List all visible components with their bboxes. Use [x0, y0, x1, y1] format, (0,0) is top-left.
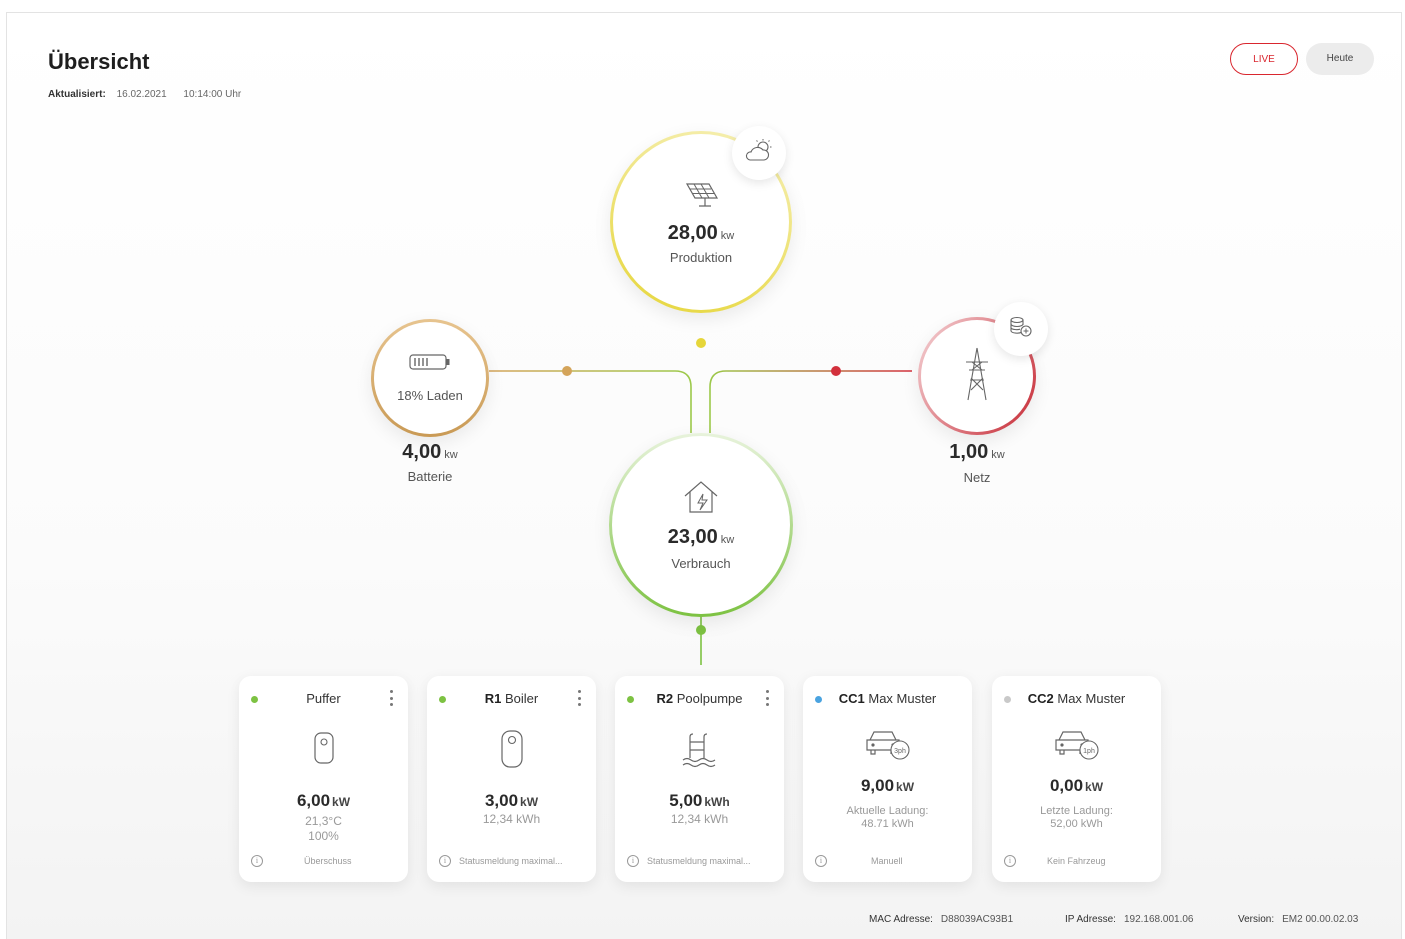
device-card-cc1[interactable]: CC1 Max Muster 3ph 9,00 kW Aktuelle Ladun… — [803, 676, 972, 882]
card-footer: Kein Fahrzeug — [1047, 856, 1106, 866]
card-value: 5,00 kWh — [669, 791, 730, 810]
battery-icon — [374, 352, 486, 372]
battery-flow-dot — [562, 366, 572, 376]
card-line1: Aktuelle Ladung: — [846, 805, 929, 817]
card-menu-button[interactable] — [762, 688, 772, 708]
card-line2: 52,00 kWh — [1050, 818, 1103, 830]
boiler-icon — [427, 728, 596, 770]
info-icon[interactable]: i — [815, 855, 827, 867]
card-value: 3,00 kW — [484, 791, 539, 810]
grid-flow-dot — [831, 366, 841, 376]
consumption-node[interactable]: 23,00 kw Verbrauch — [609, 433, 793, 617]
battery-node[interactable]: 18% Laden — [371, 319, 489, 437]
weather-badge[interactable] — [732, 126, 786, 180]
car-1ph-icon: 1ph — [992, 726, 1161, 762]
consumption-flow-dot — [696, 625, 706, 635]
device-card-puffer[interactable]: Puffer 6,00 kW 21,3°C 100% i Überschuss — [239, 676, 408, 882]
consumption-label: Verbrauch — [671, 556, 731, 571]
dashboard-frame: Übersicht Aktualisiert: 16.02.2021 10:14… — [6, 12, 1402, 939]
card-line1: 21,3°C — [305, 814, 342, 828]
card-line2: 100% — [308, 829, 339, 843]
svg-text:1ph: 1ph — [1083, 748, 1095, 755]
card-value: 0,00 kW — [1049, 776, 1104, 795]
consumption-value: 23,00 kw — [667, 526, 735, 548]
grid-label: Netz — [963, 470, 991, 485]
production-value: 28,00 kw — [667, 222, 735, 244]
info-icon[interactable]: i — [627, 855, 639, 867]
house-energy-icon — [612, 478, 790, 516]
info-icon[interactable]: i — [251, 855, 263, 867]
card-value: 6,00 kW — [296, 791, 351, 810]
card-footer: Statusmeldung maximal... — [459, 856, 563, 866]
card-menu-button[interactable] — [574, 688, 584, 708]
card-line2: 48.71 kWh — [861, 818, 914, 830]
info-icon[interactable]: i — [1004, 855, 1016, 867]
card-title: R2 Poolpumpe — [656, 691, 743, 706]
card-title: CC1 Max Muster — [838, 691, 937, 706]
svg-text:3ph: 3ph — [894, 748, 906, 755]
production-label: Produktion — [669, 250, 733, 265]
device-card-r1-boiler[interactable]: R1 Boiler 3,00 kW 12,34 kWh i Statusmeldu… — [427, 676, 596, 882]
weather-sun-cloud-icon — [744, 138, 774, 169]
card-line1: 12,34 kWh — [670, 812, 729, 826]
pool-icon — [615, 730, 784, 770]
battery-label: Batterie — [407, 469, 453, 484]
firmware-version: Version: EM2 00.00.02.03 — [1238, 914, 1359, 925]
grid-tariff-badge[interactable] — [994, 302, 1048, 356]
grid-value: 1,00 kw — [949, 441, 1005, 463]
production-flow-dot — [696, 338, 706, 348]
card-footer: Überschuss — [304, 856, 352, 866]
device-card-r2-poolpumpe[interactable]: R2 Poolpumpe 5,00 kWh 12,34 kWh i Statusm… — [615, 676, 784, 882]
ip-address: IP Adresse: 192.168.001.06 — [1065, 914, 1194, 925]
solar-panel-icon — [613, 180, 789, 210]
coins-icon — [1008, 315, 1034, 344]
battery-flow-line — [489, 370, 692, 433]
device-card-cc2[interactable]: CC2 Max Muster 1ph 0,00 kW Letzte Ladung:… — [992, 676, 1161, 882]
card-title: R1 Boiler — [484, 691, 539, 706]
car-3ph-icon: 3ph — [803, 726, 972, 762]
battery-value: 4,00 kw — [402, 441, 458, 463]
card-title: CC2 Max Muster — [1027, 691, 1126, 706]
card-menu-button[interactable] — [386, 688, 396, 708]
tank-icon — [239, 730, 408, 766]
card-value: 9,00 kW — [860, 776, 915, 795]
battery-status: 18% Laden — [397, 388, 463, 403]
card-footer: Statusmeldung maximal... — [647, 856, 751, 866]
card-footer: Manuell — [871, 856, 903, 866]
info-icon[interactable]: i — [439, 855, 451, 867]
card-line1: 12,34 kWh — [482, 812, 541, 826]
card-line1: Letzte Ladung: — [1040, 805, 1113, 817]
mac-address: MAC Adresse: D88039AC93B1 — [869, 914, 1014, 925]
grid-flow-line — [709, 370, 912, 433]
card-title: Puffer — [306, 691, 341, 706]
